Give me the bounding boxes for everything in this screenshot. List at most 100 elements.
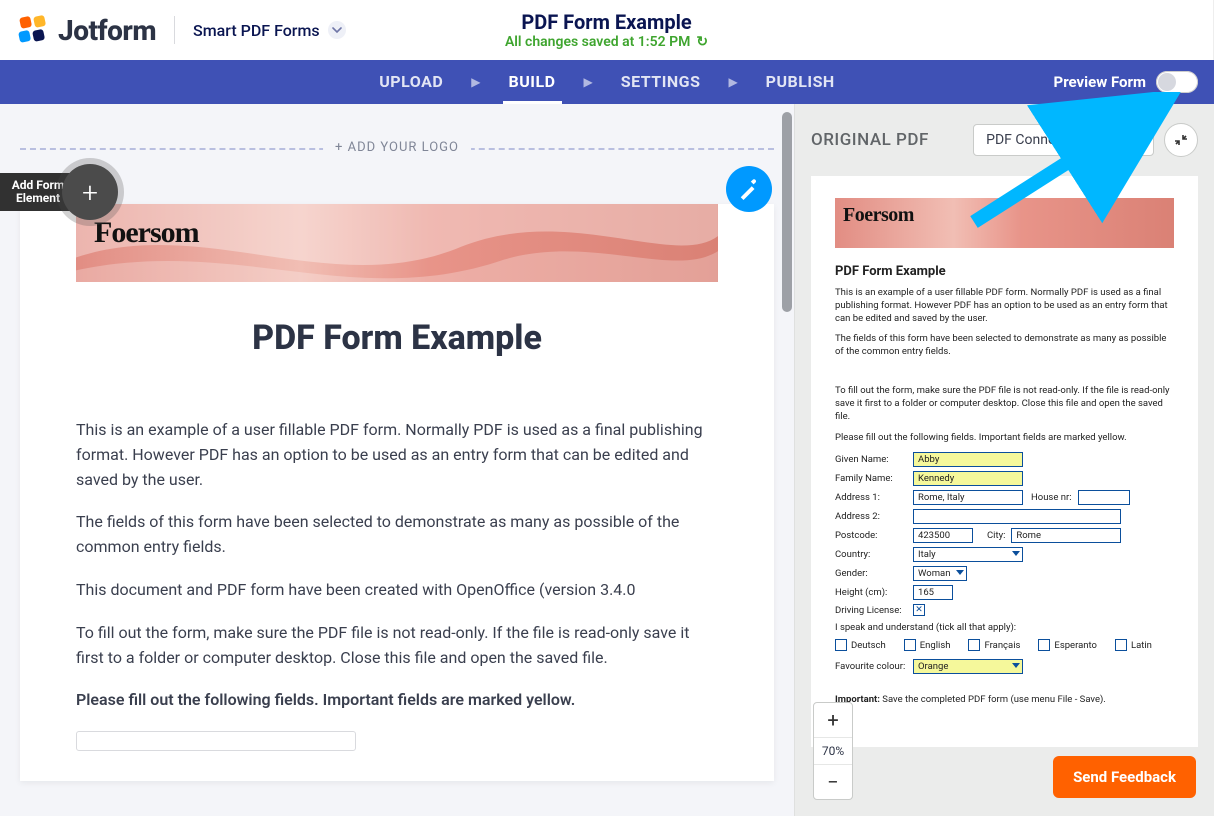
form-heading[interactable]: PDF Form Example <box>20 318 774 358</box>
pdf-field-row: Address 2: <box>835 509 1174 524</box>
send-feedback-button[interactable]: Send Feedback <box>1053 756 1196 798</box>
toggle-switch[interactable] <box>1156 71 1198 93</box>
paragraph[interactable]: This is an example of a user fillable PD… <box>76 418 718 492</box>
pdf-paragraph: To fill out the form, make sure the PDF … <box>835 385 1174 423</box>
lang-option: Latin <box>1131 640 1152 651</box>
field-label: City: <box>987 530 1005 541</box>
preview-form-toggle[interactable]: Preview Form <box>1054 71 1198 93</box>
page-title[interactable]: PDF Form Example <box>505 10 708 34</box>
paragraph[interactable]: The fields of this form have been select… <box>76 510 718 560</box>
add-logo-label: + ADD YOUR LOGO <box>323 140 471 155</box>
save-status: All changes saved at 1:52 PM ↻ <box>505 34 708 50</box>
field-label: Given Name: <box>835 454 907 465</box>
logo[interactable]: Jotform <box>18 14 156 47</box>
reload-icon[interactable]: ↻ <box>696 34 708 50</box>
checkbox-icon <box>904 639 916 651</box>
zoom-level: 70% <box>814 737 852 765</box>
sub-heading[interactable]: Please fill out the following fields. Im… <box>76 688 718 713</box>
checkbox-icon <box>835 639 847 651</box>
panel-title: ORIGINAL PDF <box>811 130 929 150</box>
tab-settings[interactable]: SETTINGS <box>615 60 707 104</box>
important-text: Save the completed PDF form (use menu Fi… <box>880 694 1106 705</box>
lang-option: Deutsch <box>851 640 886 651</box>
divider <box>174 16 175 44</box>
field-input: Rome <box>1011 528 1121 543</box>
pdf-important: Important: Save the completed PDF form (… <box>835 694 1174 707</box>
field-label: Country: <box>835 549 907 560</box>
pdf-field-row: Country: Italy <box>835 547 1174 562</box>
plus-icon[interactable]: + <box>62 164 118 220</box>
pdf-banner: Foersom <box>835 198 1174 248</box>
collapse-icon <box>1173 132 1189 148</box>
paragraph[interactable]: To fill out the form, make sure the PDF … <box>76 621 718 671</box>
step-nav: UPLOAD ▶ BUILD ▶ SETTINGS ▶ PUBLISH Prev… <box>0 60 1214 104</box>
field-label: Family Name: <box>835 473 907 484</box>
add-form-element[interactable]: Add Form Element + <box>0 164 118 220</box>
field-label: Gender: <box>835 568 907 579</box>
pdf-brand: Foersom <box>843 204 914 227</box>
pdf-paragraph: The fields of this form have been select… <box>835 333 1174 359</box>
logo-text: Jotform <box>58 14 156 47</box>
save-status-text: All changes saved at 1:52 PM <box>505 34 690 50</box>
tab-publish[interactable]: PUBLISH <box>760 60 841 104</box>
paragraph[interactable]: This document and PDF form have been cre… <box>76 578 718 603</box>
pdf-heading: PDF Form Example <box>835 264 1174 279</box>
pdf-field-row: Favourite colour: Orange <box>835 659 1174 674</box>
field-input: Abby <box>913 452 1023 467</box>
input-field[interactable] <box>76 731 356 751</box>
product-switcher[interactable]: Smart PDF Forms <box>193 21 346 40</box>
preview-label: Preview Form <box>1054 73 1146 91</box>
form-builder-pane: Add Form Element + + ADD YOUR LOGO Foers… <box>0 104 794 816</box>
checkbox-icon <box>968 639 980 651</box>
chevron-right-icon: ▶ <box>728 75 737 89</box>
field-input <box>913 509 1121 524</box>
banner-brand: Foersom <box>94 216 199 250</box>
form-card: Foersom PDF Form Example This is an exam… <box>20 204 774 781</box>
tab-upload[interactable]: UPLOAD <box>373 60 449 104</box>
form-banner[interactable]: Foersom <box>76 204 718 282</box>
chevron-right-icon: ▶ <box>584 75 593 89</box>
original-pdf-panel: ORIGINAL PDF PDF Connection Settings Foe… <box>794 104 1214 816</box>
collapse-panel-button[interactable] <box>1164 123 1198 157</box>
pdf-lang-row: Deutsch English Français Esperanto Latin <box>835 639 1174 651</box>
field-select: Italy <box>913 547 1023 562</box>
field-input: 423500 <box>913 528 973 543</box>
pdf-field-row: Postcode: 423500 City: Rome <box>835 528 1174 543</box>
zoom-out-button[interactable]: − <box>814 765 852 799</box>
form-designer-button[interactable] <box>726 166 772 212</box>
field-select: Orange <box>913 659 1023 674</box>
pdf-preview-page[interactable]: Foersom PDF Form Example This is an exam… <box>811 176 1198 747</box>
field-label: Address 1: <box>835 492 907 503</box>
field-input <box>1078 490 1130 505</box>
chevron-down-icon <box>328 21 346 39</box>
app-header: Jotform Smart PDF Forms PDF Form Example… <box>0 0 1214 60</box>
tab-build[interactable]: BUILD <box>503 60 562 104</box>
field-select: Woman <box>913 566 967 581</box>
checkbox-checked-icon: ✕ <box>913 604 925 616</box>
chevron-right-icon: ▶ <box>471 75 480 89</box>
field-input: Kennedy <box>913 471 1023 486</box>
logo-icon <box>18 15 48 45</box>
pdf-field-row: Height (cm): 165 <box>835 585 1174 600</box>
lang-label: I speak and understand (tick all that ap… <box>835 622 1174 635</box>
form-title-block: PDF Form Example All changes saved at 1:… <box>505 10 708 50</box>
lang-option: English <box>920 640 951 651</box>
checkbox-icon <box>1038 639 1050 651</box>
checkbox-icon <box>1115 639 1127 651</box>
zoom-controls: + 70% − <box>813 702 853 800</box>
field-label: Driving License: <box>835 605 907 616</box>
pdf-connection-settings-button[interactable]: PDF Connection Settings <box>973 124 1154 156</box>
field-label: Postcode: <box>835 530 907 541</box>
product-name: Smart PDF Forms <box>193 21 320 40</box>
pdf-paragraph: Please fill out the following fields. Im… <box>835 432 1174 445</box>
pdf-field-row: Address 1: Rome, Italy House nr: <box>835 490 1174 505</box>
pdf-field-row: Family Name: Kennedy <box>835 471 1174 486</box>
pdf-paragraph: This is an example of a user fillable PD… <box>835 287 1174 325</box>
field-input: Rome, Italy <box>913 490 1023 505</box>
add-logo-slot[interactable]: + ADD YOUR LOGO <box>20 148 774 178</box>
zoom-in-button[interactable]: + <box>814 703 852 737</box>
field-label: House nr: <box>1031 492 1072 503</box>
pdf-field-row: Gender: Woman <box>835 566 1174 581</box>
form-body: This is an example of a user fillable PD… <box>20 418 774 751</box>
pdf-field-row: Driving License: ✕ <box>835 604 1174 616</box>
